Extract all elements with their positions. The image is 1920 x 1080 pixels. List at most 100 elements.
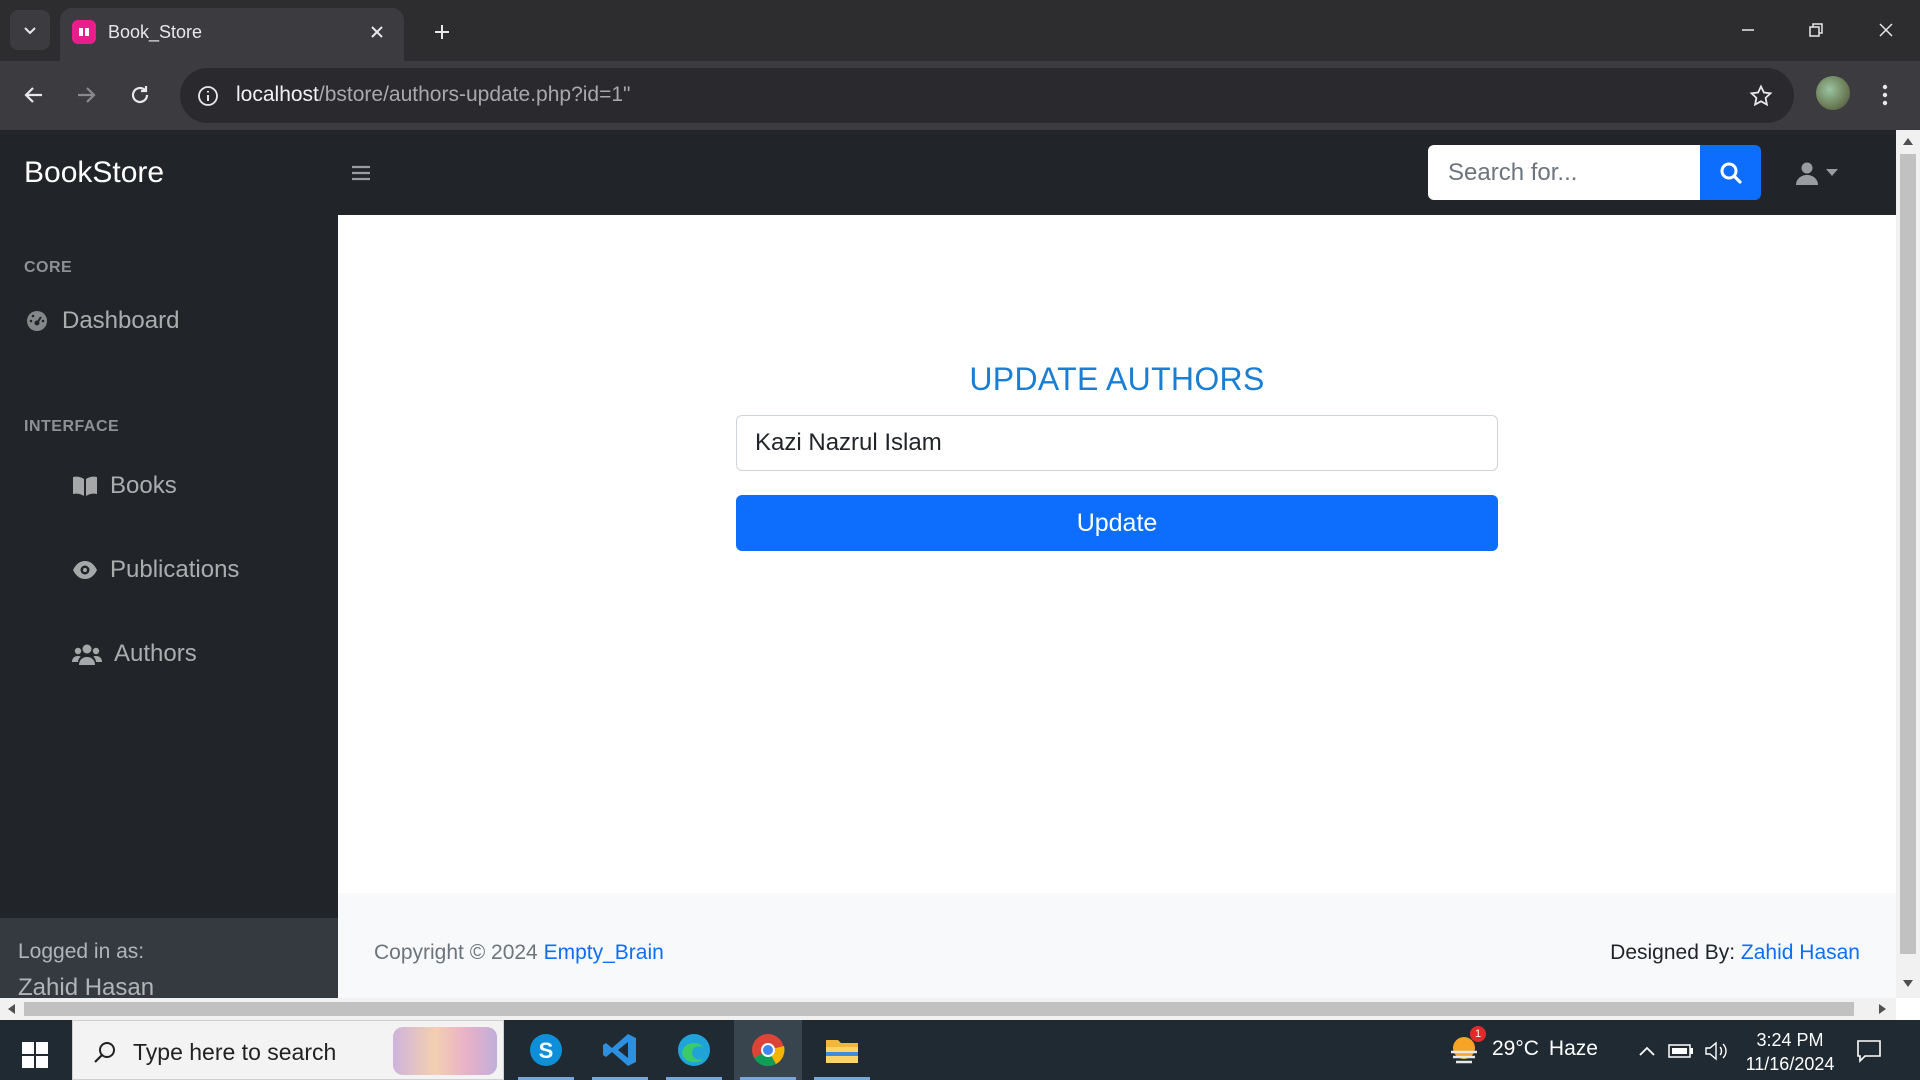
- windows-logo-icon: [22, 1042, 48, 1068]
- url-path: /bstore/authors-update.php?id=1": [318, 83, 631, 106]
- update-button[interactable]: Update: [736, 495, 1498, 551]
- sidebar-toggle-button[interactable]: [346, 158, 376, 188]
- sidebar-item-label: Publications: [110, 556, 240, 583]
- sidebar-item-authors[interactable]: Authors: [72, 640, 197, 668]
- vscode-icon: [603, 1034, 636, 1066]
- url-host: localhost: [236, 83, 319, 106]
- designed-by-label: Designed By:: [1610, 941, 1741, 964]
- weather-badge: 1: [1470, 1026, 1486, 1042]
- more-vertical-icon: [1882, 84, 1888, 106]
- taskbar-search-placeholder: Type here to search: [133, 1039, 337, 1065]
- site-favicon-icon: [72, 20, 96, 44]
- close-icon: [1879, 23, 1893, 37]
- search-button[interactable]: [1700, 145, 1761, 200]
- clock-date: 11/16/2024: [1745, 1054, 1835, 1074]
- chevron-up-icon: [1639, 1046, 1655, 1056]
- bookmark-star-icon[interactable]: [1746, 81, 1776, 111]
- taskbar-app-file-explorer[interactable]: [808, 1020, 876, 1080]
- minimize-icon: [1742, 29, 1754, 31]
- taskbar-search-box[interactable]: Type here to search: [72, 1020, 504, 1080]
- page-viewport: BookStore CORE Dashboard INTERFACE: [0, 130, 1920, 1020]
- caret-down-icon: [1826, 169, 1838, 176]
- hamburger-icon: [352, 165, 370, 181]
- start-button[interactable]: [14, 1034, 56, 1076]
- scroll-left-icon[interactable]: [6, 1003, 18, 1015]
- sidebar-item-dashboard[interactable]: Dashboard: [24, 307, 179, 335]
- folder-icon: [826, 1040, 858, 1063]
- search-icon: [91, 1038, 119, 1066]
- restore-button[interactable]: [1792, 10, 1840, 50]
- notification-icon: [1857, 1040, 1881, 1063]
- taskbar: Type here to search S 1 29°C Haze 3:24 P…: [0, 1020, 1920, 1080]
- back-button[interactable]: [14, 75, 54, 115]
- scroll-down-icon[interactable]: [1902, 978, 1914, 990]
- browser-tab-bar: Book_Store: [0, 0, 1920, 61]
- clock-time: 3:24 PM: [1756, 1030, 1824, 1050]
- weather-desc: Haze: [1548, 1037, 1598, 1060]
- weather-widget[interactable]: 1 29°C Haze: [1448, 1026, 1598, 1066]
- horizontal-scrollbar[interactable]: [0, 998, 1896, 1020]
- tachometer-icon: [24, 308, 50, 334]
- user-icon: [1796, 162, 1818, 185]
- new-tab-button[interactable]: [424, 14, 460, 50]
- logged-in-label: Logged in as:: [18, 940, 145, 963]
- taskbar-app-skype[interactable]: S: [512, 1020, 580, 1080]
- copyright-label: Copyright © 2024: [374, 941, 544, 964]
- sidebar-heading-interface: INTERFACE: [24, 418, 120, 435]
- volume-icon[interactable]: [1704, 1038, 1730, 1064]
- browser-menu-button[interactable]: [1870, 75, 1900, 115]
- svg-text:S: S: [539, 1038, 554, 1063]
- designer-link[interactable]: Zahid Hasan: [1741, 941, 1860, 964]
- browser-tab[interactable]: Book_Store: [60, 8, 404, 61]
- show-hidden-icons-button[interactable]: [1634, 1038, 1660, 1064]
- chevron-down-icon: [24, 27, 36, 35]
- sidebar-item-publications[interactable]: Publications: [72, 556, 239, 584]
- restore-icon: [1809, 23, 1823, 37]
- taskbar-app-vscode[interactable]: [586, 1020, 654, 1080]
- taskbar-app-edge[interactable]: [660, 1020, 728, 1080]
- sidebar-item-label: Authors: [114, 640, 197, 667]
- forward-button[interactable]: [66, 75, 106, 115]
- scroll-up-icon[interactable]: [1902, 136, 1914, 148]
- tab-search-button[interactable]: [10, 10, 50, 50]
- tab-title: Book_Store: [108, 22, 203, 42]
- reload-button[interactable]: [120, 75, 160, 115]
- vertical-scroll-thumb[interactable]: [1900, 154, 1916, 954]
- chrome-icon: [752, 1034, 785, 1067]
- browser-toolbar: localhost/bstore/authors-update.php?id=1…: [0, 61, 1920, 130]
- edge-icon: [678, 1034, 710, 1066]
- copyright-link[interactable]: Empty_Brain: [544, 941, 664, 964]
- users-icon: [72, 641, 102, 667]
- skype-icon: S: [530, 1034, 562, 1066]
- eye-icon: [72, 557, 98, 583]
- horizontal-scroll-thumb[interactable]: [24, 1002, 1854, 1016]
- search-icon: [1720, 162, 1742, 184]
- page-title: UPDATE AUTHORS: [969, 361, 1265, 397]
- system-clock[interactable]: 3:24 PM 11/16/2024: [1740, 1028, 1840, 1076]
- profile-avatar[interactable]: [1816, 76, 1850, 110]
- weather-temp: 29°C: [1492, 1037, 1539, 1060]
- sidebar-item-label: Dashboard: [62, 307, 180, 334]
- main-content: UPDATE AUTHORS Update Copyright © 2024 E…: [338, 215, 1896, 1020]
- search-group: [1428, 145, 1761, 200]
- author-name-input[interactable]: [736, 415, 1498, 471]
- book-open-icon: [72, 473, 98, 499]
- close-window-button[interactable]: [1862, 10, 1910, 50]
- scroll-right-icon[interactable]: [1876, 1003, 1888, 1015]
- battery-icon[interactable]: [1668, 1038, 1694, 1064]
- taskbar-app-chrome[interactable]: [734, 1020, 802, 1080]
- brand-logo[interactable]: BookStore: [24, 156, 164, 190]
- reload-icon: [131, 86, 149, 104]
- arrow-left-icon: [24, 87, 42, 103]
- url-text[interactable]: localhost/bstore/authors-update.php?id=1…: [236, 83, 631, 107]
- minimize-button[interactable]: [1724, 10, 1772, 50]
- sidebar-item-books[interactable]: Books: [72, 472, 177, 500]
- vertical-scrollbar[interactable]: [1896, 130, 1920, 998]
- user-dropdown[interactable]: [1796, 158, 1848, 188]
- site-info-icon[interactable]: [194, 82, 222, 110]
- search-input[interactable]: [1428, 145, 1700, 200]
- copyright-text: Copyright © 2024 Empty_Brain: [374, 941, 664, 965]
- notification-center-button[interactable]: [1854, 1036, 1884, 1066]
- address-bar[interactable]: localhost/bstore/authors-update.php?id=1…: [180, 68, 1794, 123]
- close-tab-icon[interactable]: [364, 19, 390, 45]
